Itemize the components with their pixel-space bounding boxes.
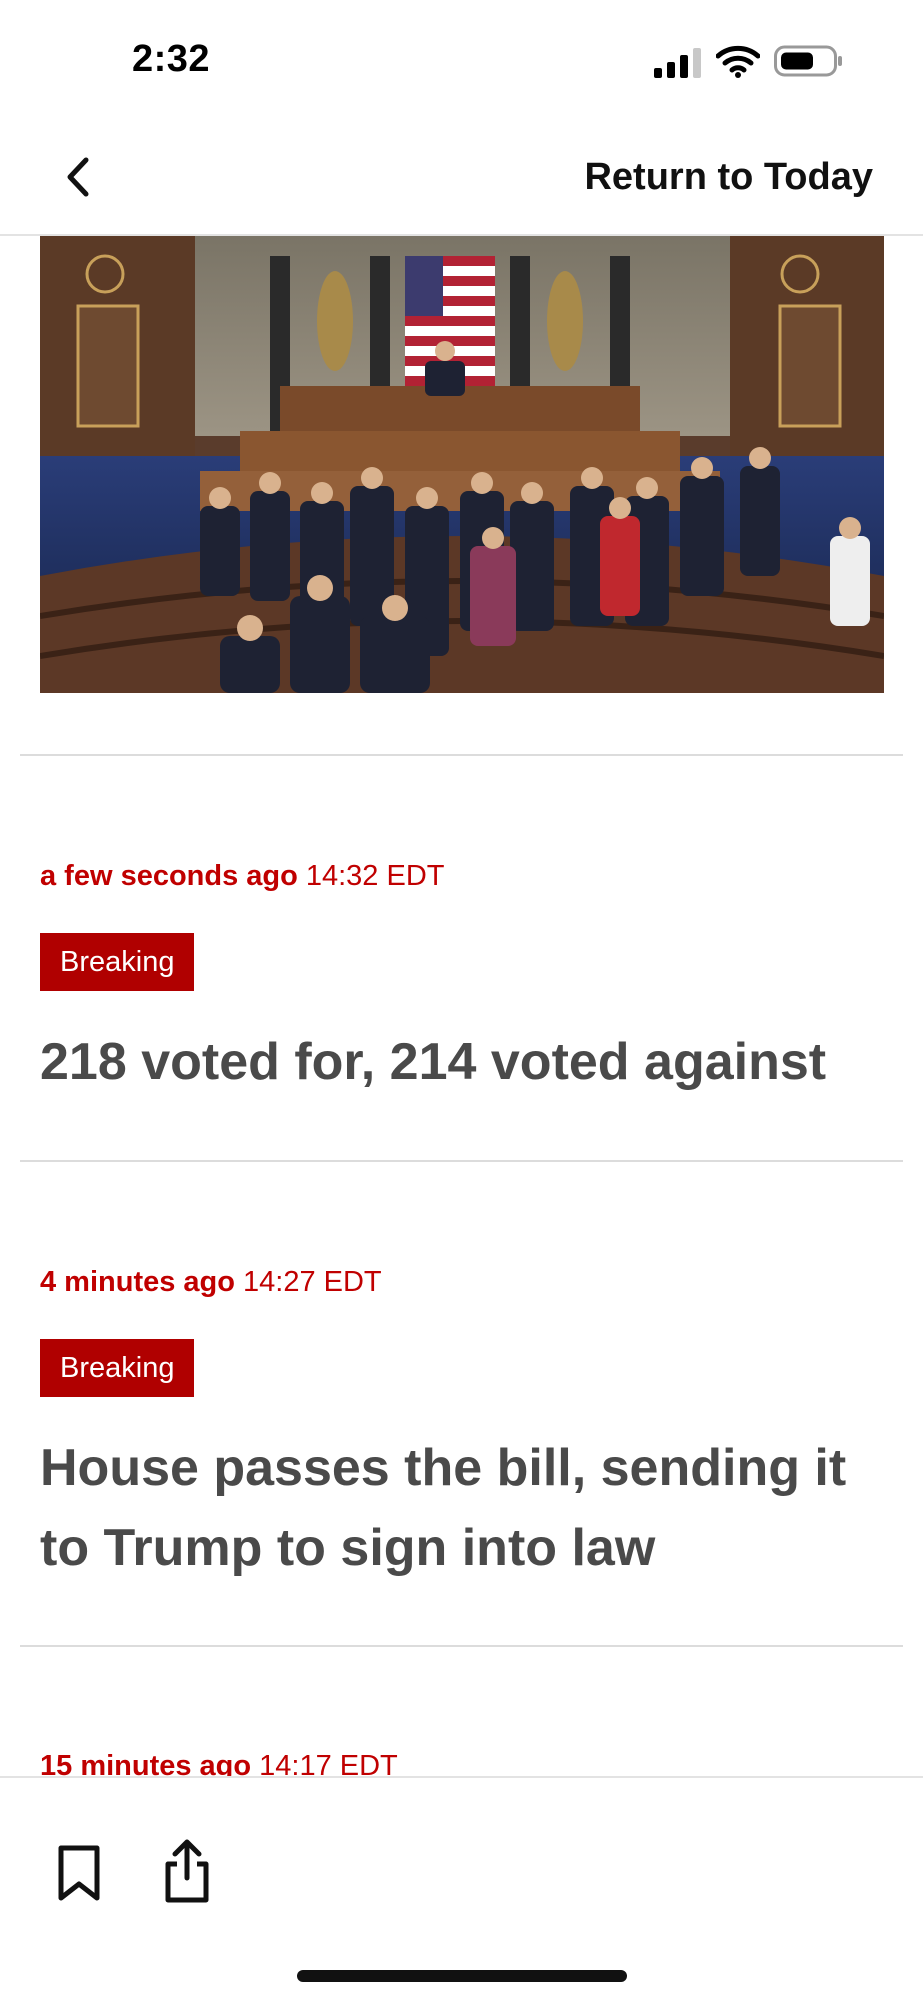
clock-time: 14:32 EDT	[305, 860, 445, 892]
breaking-badge: Breaking	[40, 1339, 195, 1397]
divider	[20, 1160, 903, 1162]
home-indicator[interactable]	[297, 1970, 627, 1982]
post-timestamp: 4 minutes ago 14:27 EDT	[40, 1266, 382, 1299]
post-preview-clipped: 15 minutes ago 14:17 EDT	[0, 1720, 923, 1776]
wifi-icon	[716, 45, 760, 78]
status-bar: 2:32	[0, 0, 923, 120]
post-headline[interactable]: House passes the bill, sending it to Tru…	[40, 1428, 880, 1588]
chevron-left-icon[interactable]	[52, 146, 108, 208]
chamber-photo	[40, 236, 884, 693]
share-icon[interactable]	[164, 1838, 210, 1904]
return-to-today-link[interactable]: Return to Today	[584, 156, 873, 199]
relative-time: 15 minutes ago	[40, 1750, 252, 1776]
bottom-toolbar	[0, 1776, 923, 2000]
hero-image	[40, 236, 884, 693]
clock-time: 14:27 EDT	[243, 1266, 382, 1298]
screen: 2:32 Return to Today a few seconds ago 1…	[0, 0, 923, 2000]
post-timestamp: a few seconds ago 14:32 EDT	[40, 860, 445, 893]
divider	[20, 754, 903, 756]
bookmark-icon[interactable]	[56, 1844, 102, 1902]
relative-time: a few seconds ago	[40, 860, 298, 892]
post-headline[interactable]: 218 voted for, 214 voted against	[40, 1022, 880, 1102]
battery-icon	[774, 45, 842, 77]
clock-time: 14:17 EDT	[259, 1750, 398, 1776]
relative-time: 4 minutes ago	[40, 1266, 235, 1298]
post-timestamp: 15 minutes ago 14:17 EDT	[40, 1750, 398, 1776]
status-time: 2:32	[132, 38, 211, 80]
nav-bar: Return to Today	[0, 120, 923, 236]
breaking-badge: Breaking	[40, 933, 195, 991]
divider	[20, 1645, 903, 1647]
cellular-signal-icon	[654, 48, 701, 78]
